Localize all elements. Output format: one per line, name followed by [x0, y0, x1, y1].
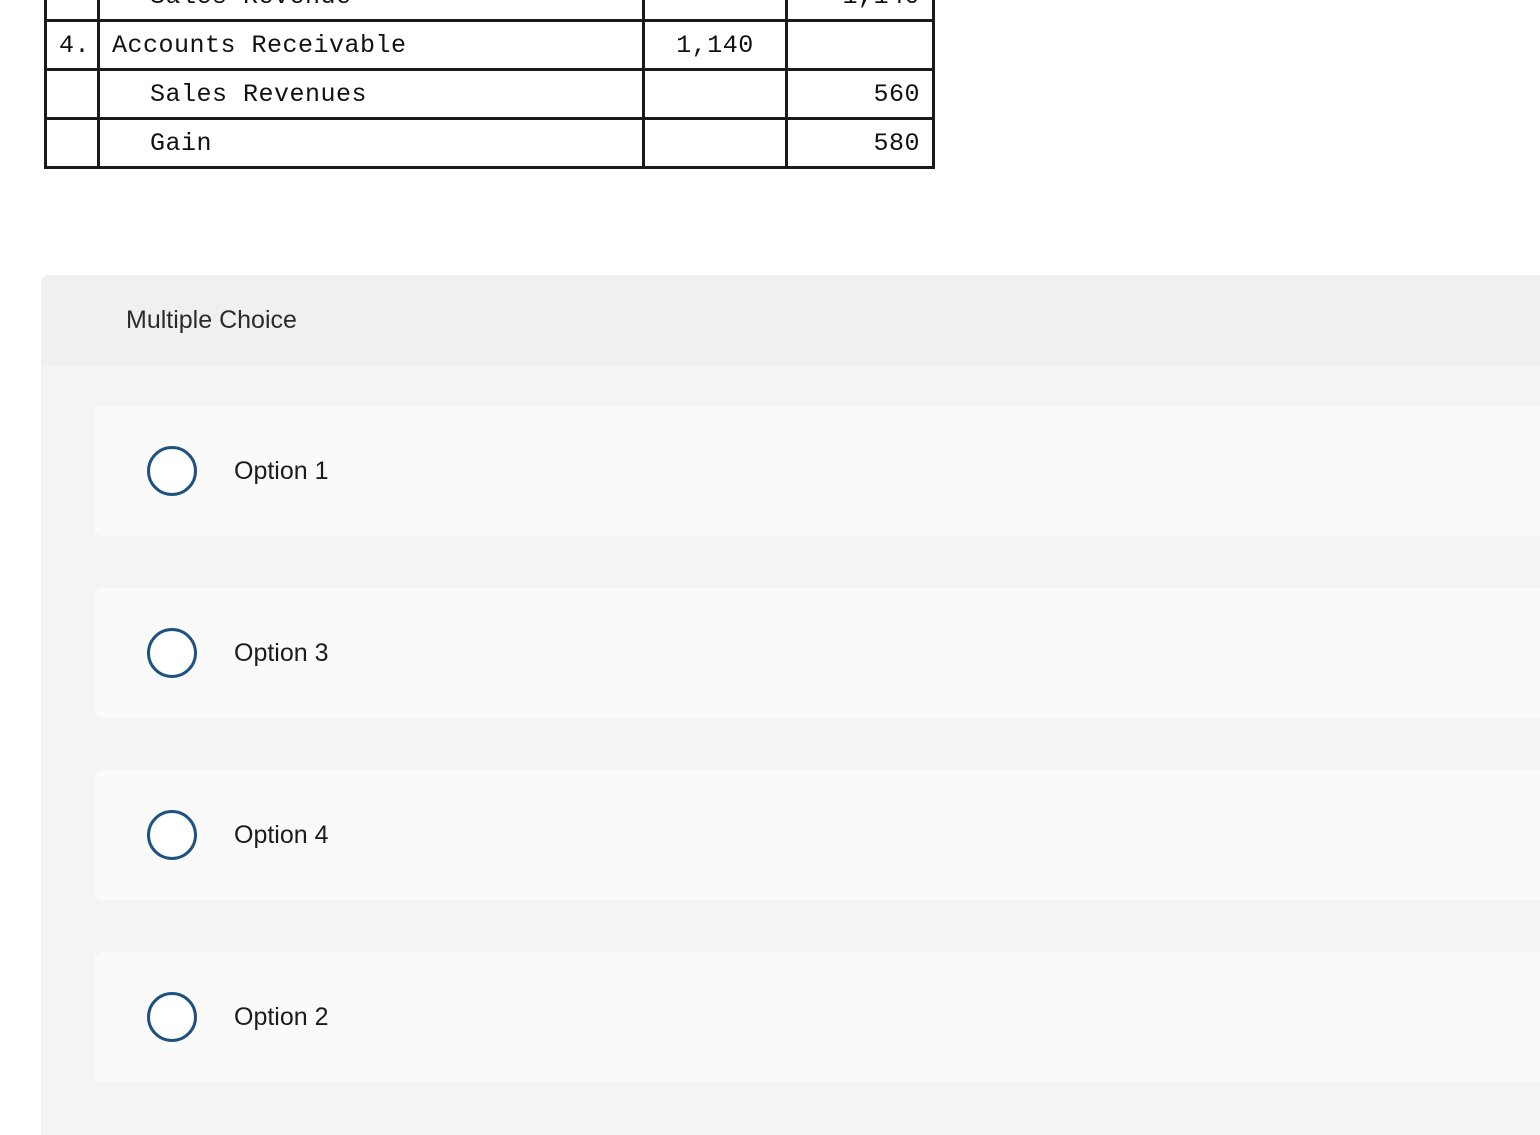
journal-entry-table: Sales Revenue1,1404.Accounts Receivable1… — [44, 0, 935, 169]
multiple-choice-option[interactable]: Option 1 — [94, 406, 1540, 536]
option-label: Option 4 — [234, 820, 329, 849]
table-row: 4. Accounts Receivable 1,140 — [44, 19, 935, 71]
multiple-choice-option-list: Option 1 Option 3 Option 4 Option 2 — [41, 366, 1540, 1082]
option-label: Option 1 — [234, 456, 329, 485]
debit-amount-cell — [642, 117, 788, 169]
radio-button-icon[interactable] — [147, 446, 197, 496]
credit-amount-cell: 580 — [785, 117, 935, 169]
option-label: Option 2 — [234, 1002, 329, 1031]
account-name-cell: Sales Revenue — [97, 0, 645, 22]
table-row: Sales Revenues 560 — [44, 68, 935, 120]
account-name-cell: Accounts Receivable — [97, 19, 645, 71]
multiple-choice-panel: Multiple Choice Option 1 Option 3 Option 4… — [41, 275, 1540, 1135]
journal-table-body: Sales Revenue1,1404.Accounts Receivable1… — [44, 0, 935, 169]
multiple-choice-option[interactable]: Option 3 — [94, 588, 1540, 718]
debit-amount-cell — [642, 68, 788, 120]
account-name-cell: Gain — [97, 117, 645, 169]
multiple-choice-option[interactable]: Option 4 — [94, 770, 1540, 900]
table-row: Sales Revenue 1,140 — [44, 0, 935, 22]
multiple-choice-header: Multiple Choice — [41, 275, 1540, 366]
multiple-choice-title: Multiple Choice — [126, 306, 297, 334]
account-name-cell: Sales Revenues — [97, 68, 645, 120]
credit-amount-cell: 560 — [785, 68, 935, 120]
journal-entry-table-wrapper: Sales Revenue1,1404.Accounts Receivable1… — [44, 0, 935, 169]
table-row: Gain 580 — [44, 117, 935, 169]
radio-button-icon[interactable] — [147, 992, 197, 1042]
debit-amount-cell: 1,140 — [642, 19, 788, 71]
credit-amount-cell: 1,140 — [785, 0, 935, 22]
radio-button-icon[interactable] — [147, 810, 197, 860]
row-number-cell: 4. — [44, 19, 100, 71]
option-label: Option 3 — [234, 638, 329, 667]
row-number-cell — [44, 0, 100, 22]
multiple-choice-option[interactable]: Option 2 — [94, 952, 1540, 1082]
debit-amount-cell — [642, 0, 788, 22]
credit-amount-cell — [785, 19, 935, 71]
radio-button-icon[interactable] — [147, 628, 197, 678]
row-number-cell — [44, 117, 100, 169]
row-number-cell — [44, 68, 100, 120]
